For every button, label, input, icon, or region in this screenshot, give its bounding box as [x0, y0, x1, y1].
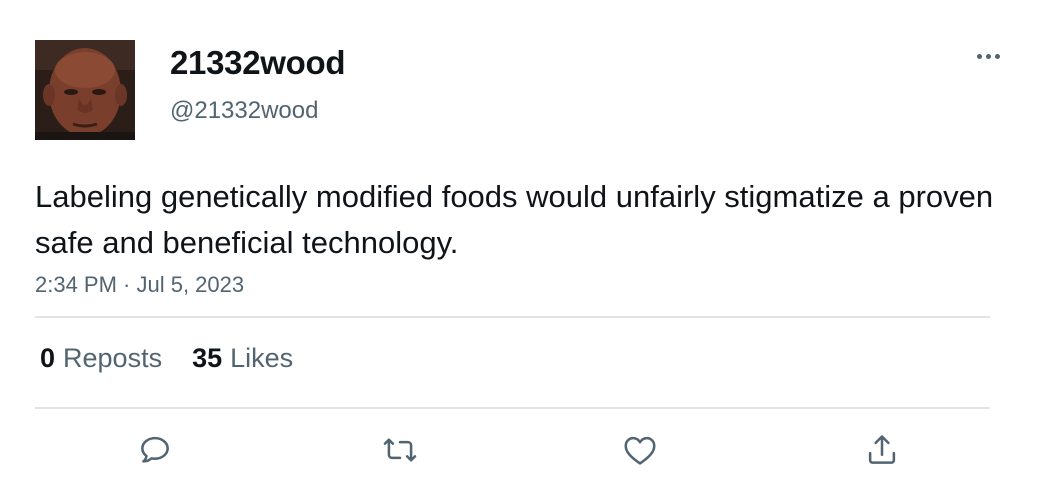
reposts-stat[interactable]: 0 Reposts [40, 343, 162, 374]
share-upload-icon [868, 435, 896, 464]
tweet-timestamp[interactable]: 2:34 PM · Jul 5, 2023 [35, 272, 244, 298]
heart-icon [624, 436, 656, 465]
likes-stat[interactable]: 35 Likes [192, 343, 293, 374]
divider [35, 407, 990, 409]
repost-arrows-icon [383, 438, 417, 462]
profile-photo-icon [35, 40, 135, 140]
repost-button[interactable] [380, 430, 420, 470]
like-button[interactable] [620, 430, 660, 470]
avatar[interactable] [35, 40, 135, 140]
likes-label: Likes [230, 343, 294, 373]
user-handle[interactable]: @21332wood [170, 97, 318, 125]
reply-button[interactable] [135, 430, 175, 470]
engagement-stats: 0 Reposts 35 Likes [40, 343, 293, 374]
speech-bubble-icon [141, 436, 169, 463]
reposts-label: Reposts [63, 343, 163, 373]
tweet-text: Labeling genetically modified foods woul… [35, 179, 994, 260]
ellipsis-icon[interactable] [970, 44, 1006, 68]
display-name[interactable]: 21332wood [170, 44, 346, 82]
share-button[interactable] [862, 430, 902, 470]
reposts-count: 0 [40, 343, 56, 373]
tweet-card: 21332wood @21332wood Labeling geneticall… [0, 0, 1050, 480]
divider [35, 316, 990, 318]
likes-count: 35 [192, 343, 223, 373]
